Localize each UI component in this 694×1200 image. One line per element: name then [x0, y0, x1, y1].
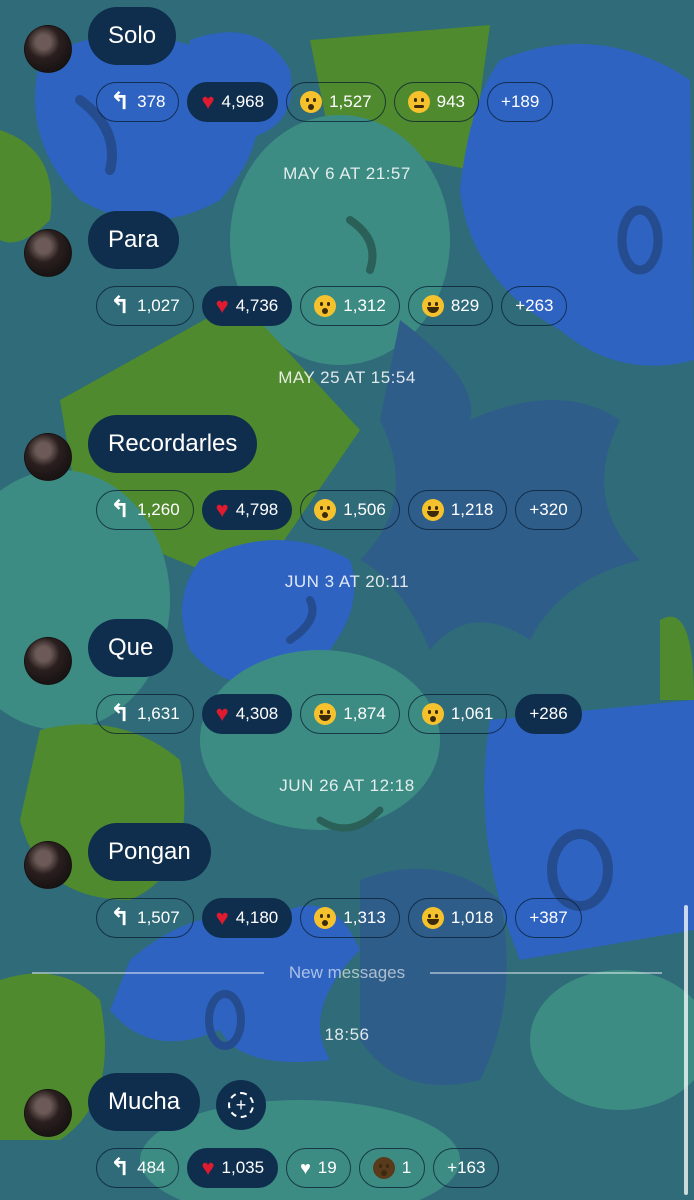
heart-icon: ♥: [215, 701, 229, 726]
reply-count-chip[interactable]: ↰ 378: [96, 82, 180, 122]
divider-line-right: [430, 972, 662, 974]
message-bubble[interactable]: Que: [88, 619, 174, 677]
message-bubble[interactable]: Mucha: [88, 1073, 201, 1131]
heart-icon: ♥: [215, 497, 229, 522]
date-separator: JUN 3 AT 20:11: [284, 572, 410, 591]
message-bubble[interactable]: Para: [88, 211, 179, 269]
heart-icon: ♥: [215, 293, 229, 318]
heart-icon: ♥: [201, 89, 215, 114]
avatar[interactable]: [24, 25, 72, 73]
reply-icon: ↰: [110, 1154, 131, 1181]
avatar[interactable]: [24, 637, 72, 685]
reaction-chip-wow[interactable]: 1,527: [286, 82, 386, 122]
white-heart-icon: ♥: [300, 1158, 311, 1178]
avatar[interactable]: [24, 433, 72, 481]
more-reactions-chip[interactable]: +263: [501, 286, 568, 326]
more-reactions-chip[interactable]: +163: [433, 1148, 500, 1188]
laugh-emoji-icon: [314, 703, 337, 725]
message-bubble[interactable]: Recordarles: [88, 415, 258, 473]
reply-icon: ↰: [110, 292, 131, 319]
reply-icon: ↰: [110, 496, 131, 523]
reply-count-chip[interactable]: ↰ 1,027: [96, 286, 194, 326]
reaction-chip-person[interactable]: 1: [358, 1148, 426, 1188]
reaction-chip-heart[interactable]: ♥ 4,308: [201, 694, 293, 734]
reaction-row: ↰ 1,631 ♥ 4,308 1,874 1,061 +286: [96, 694, 582, 734]
reaction-chip-heart[interactable]: ♥ 4,180: [201, 898, 293, 938]
reaction-row: ↰ 484 ♥ 1,035 ♥ 19 1 +163: [96, 1148, 500, 1188]
reply-icon: ↰: [110, 700, 131, 727]
time-separator: 18:56: [324, 1025, 370, 1044]
reaction-chip-smirk[interactable]: 943: [393, 82, 480, 122]
laugh-emoji-icon: [421, 295, 444, 317]
reaction-chip-heart[interactable]: ♥ 1,035: [187, 1148, 279, 1188]
reaction-row: ↰ 378 ♥ 4,968 1,527 943 +189: [96, 82, 554, 122]
heart-icon: ♥: [215, 905, 229, 930]
date-separator: JUN 26 AT 12:18: [279, 776, 415, 795]
reaction-chip-heart[interactable]: ♥ 4,798: [201, 490, 293, 530]
more-reactions-chip[interactable]: +387: [515, 898, 582, 938]
reaction-row: ↰ 1,507 ♥ 4,180 1,313 1,018 +387: [96, 898, 582, 938]
more-reactions-chip[interactable]: +189: [487, 82, 554, 122]
reaction-chip-heart[interactable]: ♥ 4,968: [187, 82, 279, 122]
wow-emoji-icon: [314, 295, 337, 317]
message-bubble[interactable]: Pongan: [88, 823, 211, 881]
reply-count-chip[interactable]: ↰ 484: [96, 1148, 180, 1188]
reply-count-chip[interactable]: ↰ 1,260: [96, 490, 194, 530]
avatar[interactable]: [24, 229, 72, 277]
heart-icon: ♥: [201, 1155, 215, 1180]
wow-emoji-icon: [300, 91, 323, 113]
reaction-chip-laugh[interactable]: 1,018: [407, 898, 508, 938]
date-separator: MAY 6 AT 21:57: [283, 164, 411, 183]
avatar[interactable]: [24, 1089, 72, 1137]
wow-emoji-icon: [314, 499, 337, 521]
reaction-chip-heart[interactable]: ♥ 4,736: [201, 286, 293, 326]
date-separator: MAY 25 AT 15:54: [278, 368, 416, 387]
more-reactions-chip[interactable]: +286: [515, 694, 582, 734]
add-reaction-button[interactable]: +: [216, 1080, 266, 1130]
laugh-emoji-icon: [421, 499, 444, 521]
reaction-chip-wow[interactable]: 1,313: [300, 898, 400, 938]
reaction-chip-wow[interactable]: 1,312: [300, 286, 400, 326]
reaction-chip-laugh[interactable]: 829: [407, 286, 494, 326]
wow-emoji-icon: [421, 703, 444, 725]
reply-icon: ↰: [110, 904, 131, 931]
reaction-chip-laugh[interactable]: 1,218: [407, 490, 508, 530]
reply-count-chip[interactable]: ↰ 1,631: [96, 694, 194, 734]
avatar[interactable]: [24, 841, 72, 889]
reply-icon: ↰: [110, 88, 131, 115]
wow-emoji-icon: [314, 907, 337, 929]
scrollbar[interactable]: [684, 905, 688, 1195]
smirk-emoji-icon: [407, 91, 430, 113]
message-bubble[interactable]: Solo: [88, 7, 177, 65]
reply-count-chip[interactable]: ↰ 1,507: [96, 898, 194, 938]
more-reactions-chip[interactable]: +320: [515, 490, 582, 530]
reaction-chip-wow[interactable]: 1,506: [300, 490, 400, 530]
add-reaction-icon: +: [228, 1092, 254, 1118]
reaction-row: ↰ 1,027 ♥ 4,736 1,312 829 +263: [96, 286, 568, 326]
laugh-emoji-icon: [421, 907, 444, 929]
reaction-chip-wow[interactable]: 1,061: [407, 694, 508, 734]
reaction-chip-white-heart[interactable]: ♥ 19: [286, 1148, 351, 1188]
person-emoji-icon: [372, 1157, 395, 1179]
reaction-row: ↰ 1,260 ♥ 4,798 1,506 1,218 +320: [96, 490, 582, 530]
chat-view: Solo ↰ 378 ♥ 4,968 1,527 943 +189 MAY 6 AT…: [0, 0, 694, 1200]
reaction-chip-laugh[interactable]: 1,874: [300, 694, 400, 734]
